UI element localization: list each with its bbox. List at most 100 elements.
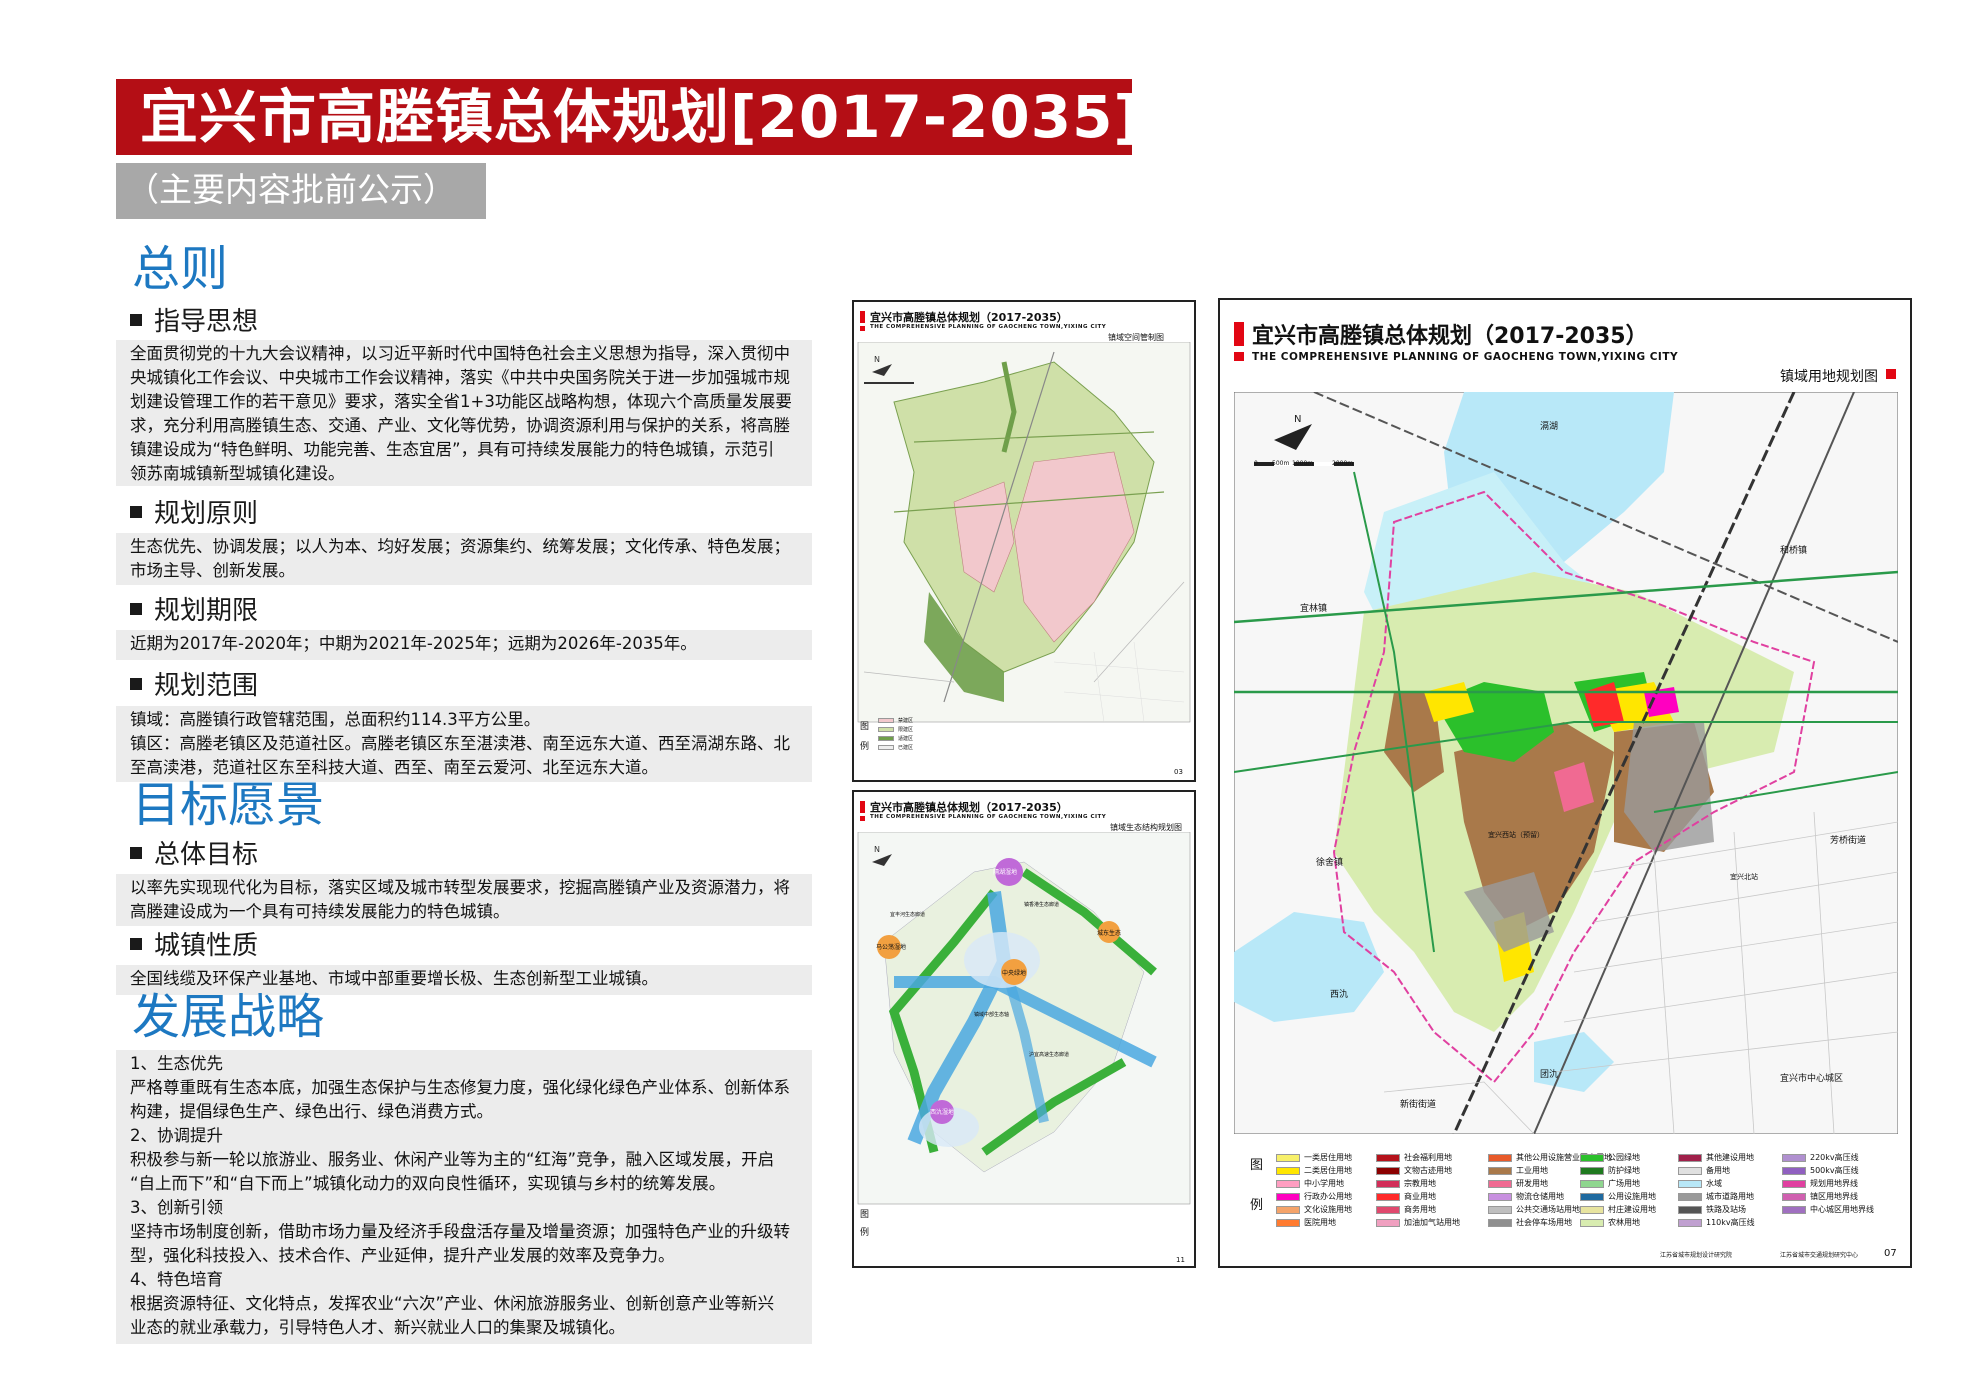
subheading-period: 规划期限 xyxy=(130,594,258,628)
bubble-label: 西氿湿地 xyxy=(930,1109,955,1116)
legend-swatch xyxy=(1276,1179,1300,1188)
map-spatial-control: 宜兴市高塍镇总体规划（2017-2035） THE COMPREHENSIVE … xyxy=(852,300,1196,782)
legend-item: 中心城区用地界线 xyxy=(1782,1204,1874,1215)
legend-item: 宗教用地 xyxy=(1376,1178,1436,1189)
subtitle-marker xyxy=(860,816,865,821)
legend-swatch xyxy=(1376,1192,1400,1201)
subheading-town-nature: 城镇性质 xyxy=(130,929,258,963)
legend-label: 水域 xyxy=(1706,1179,1722,1188)
legend-swatch xyxy=(1782,1192,1806,1201)
ecology-map-canvas: N xyxy=(857,832,1191,1205)
legend-swatch xyxy=(1276,1205,1300,1214)
map-title: 宜兴市高塍镇总体规划（2017-2035） xyxy=(1252,324,1648,349)
legend-swatch xyxy=(1678,1192,1702,1201)
legend-item: 220kv高压线 xyxy=(1782,1152,1859,1163)
legend-swatch xyxy=(1376,1166,1400,1175)
legend-swatch xyxy=(1782,1205,1806,1214)
legend-head-2: 例 xyxy=(860,1228,870,1238)
subheading-overall-goal: 总体目标 xyxy=(130,838,258,872)
water-label: 西氿 xyxy=(1330,990,1349,1000)
footer-institute: 江苏省城市规划设计研究院 xyxy=(1660,1252,1733,1259)
map-ecology-structure: 宜兴市高塍镇总体规划（2017-2035） THE COMPREHENSIVE … xyxy=(852,790,1196,1268)
subheading-guiding: 指导思想 xyxy=(130,305,258,339)
legend-label: 中心城区用地界线 xyxy=(1810,1205,1874,1214)
title-marker xyxy=(1234,322,1244,346)
corridor-label: 镇香港生态廊道 xyxy=(1024,902,1060,908)
corridor-label: 宜丰河生态廊道 xyxy=(890,912,926,918)
legend-swatch xyxy=(1782,1153,1806,1162)
title-marker xyxy=(860,801,865,813)
scale-label: 1000m xyxy=(1292,460,1314,467)
legend-label: 二类居住用地 xyxy=(1304,1166,1352,1175)
bullet-square-icon xyxy=(130,505,142,518)
bubble-label: 隔湖湿地 xyxy=(993,869,1018,876)
legend-item: 防护绿地 xyxy=(1580,1165,1640,1176)
legend-head-1: 图 xyxy=(860,722,870,732)
map-land-use: 宜兴市高塍镇总体规划（2017-2035） THE COMPREHENSIVE … xyxy=(1218,298,1912,1268)
scale-label: 500m xyxy=(1272,460,1290,467)
place-label: 宜兴市中心城区 xyxy=(1780,1074,1844,1084)
legend-label: 城市道路用地 xyxy=(1706,1192,1754,1201)
bubble-label: 中央绿地 xyxy=(1002,970,1027,977)
legend-item: 镇区用地界线 xyxy=(1782,1191,1858,1202)
legend-item: 村庄建设用地 xyxy=(1580,1204,1656,1215)
legend-swatch xyxy=(1376,1205,1400,1214)
legend-item: 水域 xyxy=(1678,1178,1722,1189)
page-number: 03 xyxy=(1174,768,1183,776)
corridor-label: 镇域中部生态轴 xyxy=(974,1012,1010,1018)
legend-swatch xyxy=(1678,1179,1702,1188)
legend-item: 规划用地界线 xyxy=(1782,1178,1858,1189)
legend-label: 110kv高压线 xyxy=(1706,1218,1755,1227)
place-label: 宜兴北站 xyxy=(1730,873,1758,881)
svg-text:N: N xyxy=(874,845,880,854)
legend-item: 铁路及站场 xyxy=(1678,1204,1746,1215)
legend-item: 农林用地 xyxy=(1580,1217,1640,1228)
title-marker xyxy=(860,311,865,323)
legend-label: 社会停车场用地 xyxy=(1516,1218,1572,1227)
paragraph-principles: 生态优先、协调发展；以人为本、均好发展；资源集约、统筹发展；文化传承、特色发展；… xyxy=(116,533,812,585)
legend-item: 行政办公用地 xyxy=(1276,1191,1352,1202)
paragraph-period: 近期为2017年-2020年；中期为2021年-2025年；远期为2026年-2… xyxy=(116,630,812,660)
paragraph-guiding: 全面贯彻党的十九大会议精神，以习近平新时代中国特色社会主义思想为指导，深入贯彻中… xyxy=(116,340,812,486)
legend-item: 备用地 xyxy=(1678,1165,1730,1176)
legend-label: 中小学用地 xyxy=(1304,1179,1344,1188)
legend-item: 公园绿地 xyxy=(1580,1152,1640,1163)
legend-item: 商务用地 xyxy=(1376,1204,1436,1215)
subtitle-marker xyxy=(860,326,865,331)
subtitle-marker xyxy=(1234,352,1244,361)
legend-label: 镇区用地界线 xyxy=(1810,1192,1858,1201)
legend-item: 中小学用地 xyxy=(1276,1178,1344,1189)
svg-text:N: N xyxy=(874,355,880,364)
map-en-title: THE COMPREHENSIVE PLANNING OF GAOCHENG T… xyxy=(870,324,1107,330)
map-en-title: THE COMPREHENSIVE PLANNING OF GAOCHENG T… xyxy=(1252,351,1679,363)
paragraph-strategy: 1、生态优先 严格尊重既有生态本底，加强生态保护与生态修复力度，强化绿化绿色产业… xyxy=(116,1050,812,1344)
legend-label: 医院用地 xyxy=(1304,1218,1336,1227)
legend-item: 广场用地 xyxy=(1580,1178,1640,1189)
legend-swatch xyxy=(1376,1153,1400,1162)
legend-swatch xyxy=(1276,1153,1300,1162)
legend-item: 一类居住用地 xyxy=(1276,1152,1352,1163)
legend-swatch xyxy=(1488,1192,1512,1201)
legend-item: 公用设施用地 xyxy=(1580,1191,1656,1202)
legend-item: 文化设施用地 xyxy=(1276,1204,1352,1215)
legend-label: 商业用地 xyxy=(1404,1192,1436,1201)
subtitle: （主要内容批前公示） xyxy=(126,170,456,209)
legend-label: 防护绿地 xyxy=(1608,1166,1640,1175)
name-marker xyxy=(1886,369,1896,379)
legend-swatch xyxy=(1782,1179,1806,1188)
legend-item: 社会福利用地 xyxy=(1376,1152,1452,1163)
legend-label: 商务用地 xyxy=(1404,1205,1436,1214)
map-name: 镇域用地规划图 xyxy=(1780,369,1878,385)
legend-label: 规划用地界线 xyxy=(1810,1179,1858,1188)
legend-head-1: 图 xyxy=(860,1210,870,1220)
legend-item: 二类居住用地 xyxy=(1276,1165,1352,1176)
legend-item: 已建区 xyxy=(878,743,913,754)
legend-item: 物流仓储用地 xyxy=(1488,1191,1564,1202)
legend-swatch xyxy=(1488,1153,1512,1162)
map-title: 宜兴市高塍镇总体规划（2017-2035） xyxy=(870,311,1068,324)
landuse-map-canvas: N xyxy=(1234,392,1898,1134)
section-heading-general: 总则 xyxy=(132,241,229,297)
subtitle-bar: （主要内容批前公示） xyxy=(116,163,486,219)
paragraph-overall-goal: 以率先实现现代化为目标，落实区域及城市转型发展要求，挖掘高塍镇产业及资源潜力，将… xyxy=(116,874,812,926)
legend-label: 备用地 xyxy=(1706,1166,1730,1175)
